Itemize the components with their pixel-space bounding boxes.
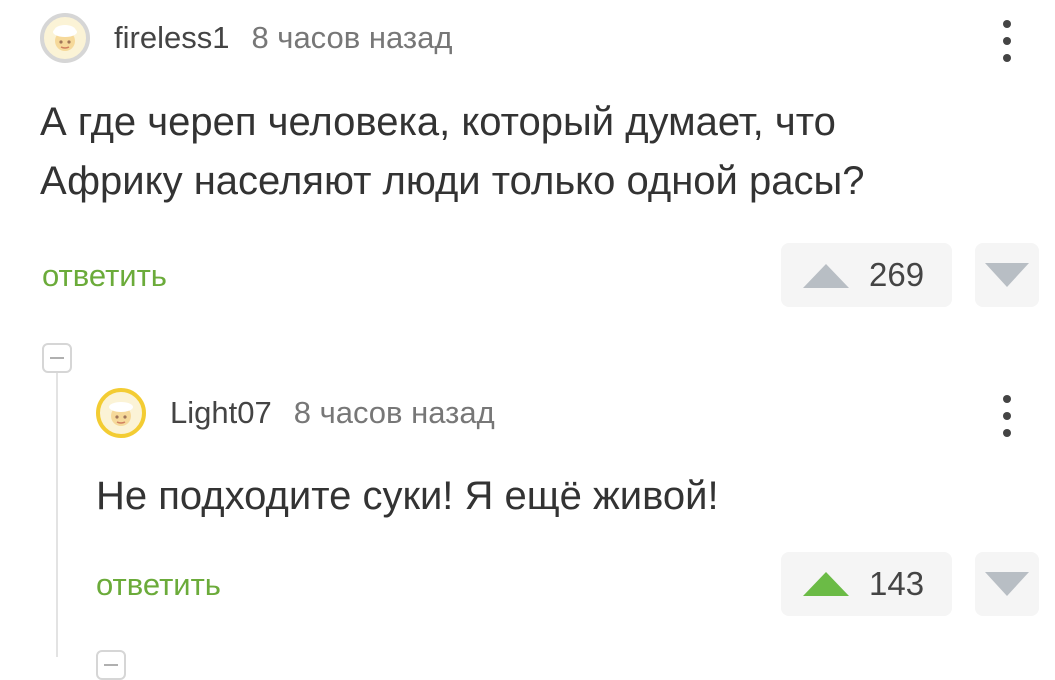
collapse-button[interactable] <box>42 343 72 373</box>
timestamp: 8 часов назад <box>293 395 495 430</box>
triangle-up-icon <box>803 264 849 288</box>
comment-header: Light07 8 часов назад <box>96 388 495 438</box>
comment-header: fireless1 8 часов назад <box>40 13 452 63</box>
upvote-button[interactable]: 269 <box>781 243 952 307</box>
downvote-button[interactable] <box>975 243 1039 307</box>
vote-count: 269 <box>869 256 925 293</box>
comment-text-line: А где череп человека, который думает, чт… <box>40 100 836 144</box>
minus-icon <box>50 357 64 359</box>
comment: fireless1 8 часов назад А где череп чело… <box>0 0 1055 330</box>
comment-text-line: Африку населяют люди только одной расы? <box>40 159 865 203</box>
timestamp: 8 часов назад <box>251 20 453 55</box>
default-avatar-face-icon <box>109 402 133 426</box>
vote-count: 143 <box>869 565 925 602</box>
reply-button[interactable]: ответить <box>96 567 221 603</box>
triangle-up-icon <box>803 572 849 596</box>
more-vertical-icon[interactable] <box>997 20 1017 62</box>
avatar[interactable] <box>40 13 90 63</box>
triangle-down-icon <box>985 263 1029 287</box>
more-vertical-icon[interactable] <box>997 395 1017 437</box>
comment-text: А где череп человека, который думает, чт… <box>40 93 864 211</box>
comment-reply: Light07 8 часов назад Не подходите суки!… <box>0 380 1055 657</box>
downvote-button[interactable] <box>975 552 1039 616</box>
username[interactable]: Light07 <box>170 395 272 431</box>
default-avatar-face-icon <box>53 25 77 51</box>
upvote-button[interactable]: 143 <box>781 552 952 616</box>
comment-text: Не подходите суки! Я ещё живой! <box>96 467 719 526</box>
avatar[interactable] <box>96 388 146 438</box>
reply-button[interactable]: ответить <box>42 258 167 294</box>
username[interactable]: fireless1 <box>114 20 229 56</box>
triangle-down-icon <box>985 572 1029 596</box>
comment-text-line: Не подходите суки! Я ещё живой! <box>96 474 719 518</box>
minus-icon <box>104 664 118 666</box>
collapse-button[interactable] <box>96 650 126 680</box>
